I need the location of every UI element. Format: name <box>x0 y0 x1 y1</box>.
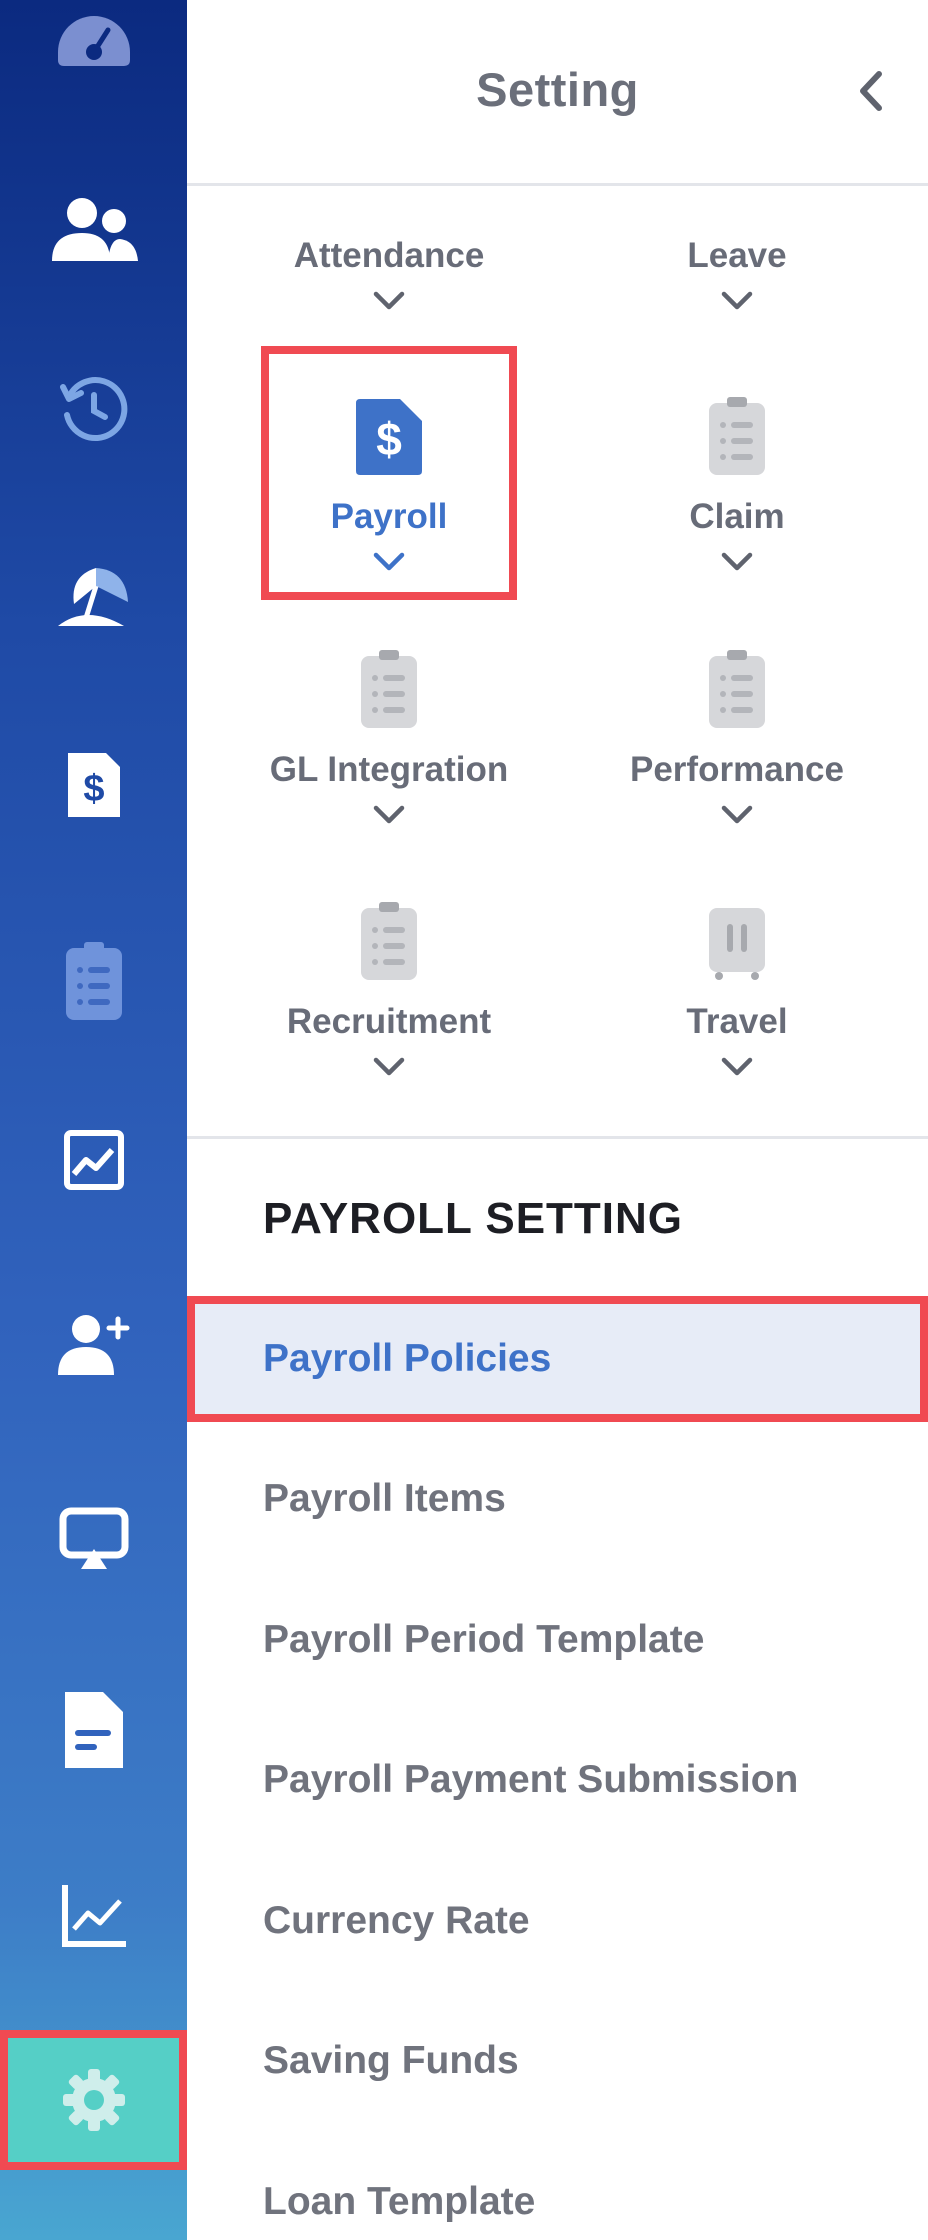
chevron-down-icon <box>373 1057 405 1076</box>
module-label: Performance <box>630 750 844 789</box>
svg-text:$: $ <box>83 768 104 810</box>
rail-leave[interactable] <box>0 525 187 665</box>
module-gl-integration[interactable]: GL Integration <box>261 638 517 890</box>
payroll-document-icon: $ <box>67 753 120 817</box>
module-recruitment[interactable]: Recruitment <box>261 890 517 1142</box>
menu-item-payroll-policies[interactable]: Payroll Policies <box>187 1296 928 1422</box>
chevron-down-icon <box>373 291 405 310</box>
document-icon <box>64 1692 123 1768</box>
section-title: PAYROLL SETTING <box>263 1194 684 1243</box>
clipboard-icon <box>361 650 417 728</box>
add-user-icon <box>57 1315 129 1375</box>
icon-rail: $ <box>0 0 187 2240</box>
people-icon <box>51 198 138 261</box>
module-label: Travel <box>686 1002 788 1041</box>
menu-item-payroll-payment-submission[interactable]: Payroll Payment Submission <box>187 1717 928 1843</box>
module-leave[interactable]: Leave <box>609 236 865 326</box>
rail-clipboard[interactable] <box>0 910 187 1050</box>
chevron-down-icon <box>721 1057 753 1076</box>
rail-analytics[interactable] <box>0 1845 187 1985</box>
panel-header: Setting <box>187 0 928 186</box>
rail-presentation[interactable] <box>0 1470 187 1610</box>
chevron-left-icon[interactable] <box>853 68 889 114</box>
module-attendance[interactable]: Attendance <box>261 236 517 326</box>
rail-payroll[interactable]: $ <box>0 715 187 855</box>
module-performance[interactable]: Performance <box>609 638 865 890</box>
history-clock-icon <box>59 377 127 442</box>
rail-settings[interactable] <box>0 2030 187 2170</box>
chevron-down-icon <box>721 291 753 310</box>
module-travel[interactable]: Travel <box>609 890 865 1142</box>
module-label: Attendance <box>293 236 485 275</box>
luggage-icon <box>709 908 765 980</box>
line-chart-icon <box>61 1885 126 1947</box>
rail-performance[interactable] <box>0 1090 187 1230</box>
beach-umbrella-icon <box>57 568 128 626</box>
dashboard-gauge-icon <box>57 16 130 66</box>
menu-item-payroll-items[interactable]: Payroll Items <box>187 1436 928 1562</box>
menu-item-payroll-period-template[interactable]: Payroll Period Template <box>187 1577 928 1703</box>
clipboard-icon <box>709 650 765 728</box>
rail-history[interactable] <box>0 340 187 480</box>
settings-gear-icon <box>62 2069 125 2131</box>
module-claim[interactable]: Claim <box>609 385 865 637</box>
chevron-down-icon <box>373 805 405 824</box>
settings-panel: Setting Attendance Leave $ Payroll Claim… <box>187 0 928 2240</box>
menu-item-loan-template[interactable]: Loan Template <box>187 2139 928 2240</box>
chevron-down-icon <box>721 552 753 571</box>
rail-people[interactable] <box>0 160 187 300</box>
module-label: GL Integration <box>269 750 509 789</box>
payroll-highlight-outline <box>261 346 517 600</box>
module-label: Leave <box>687 236 787 275</box>
module-label: Recruitment <box>286 1002 492 1041</box>
rail-dashboard[interactable] <box>0 0 187 110</box>
clipboard-icon <box>361 902 417 980</box>
chevron-down-icon <box>721 805 753 824</box>
rail-document[interactable] <box>0 1660 187 1800</box>
presentation-icon <box>59 1507 128 1569</box>
page-title: Setting <box>476 63 639 116</box>
menu-item-currency-rate[interactable]: Currency Rate <box>187 1858 928 1984</box>
module-label: Claim <box>689 497 785 536</box>
performance-chart-icon <box>63 1130 124 1190</box>
clipboard-icon <box>709 397 765 475</box>
clipboard-icon <box>65 942 122 1020</box>
menu-item-saving-funds[interactable]: Saving Funds <box>187 1998 928 2124</box>
rail-add-user[interactable] <box>0 1275 187 1415</box>
section-divider <box>187 1136 928 1139</box>
